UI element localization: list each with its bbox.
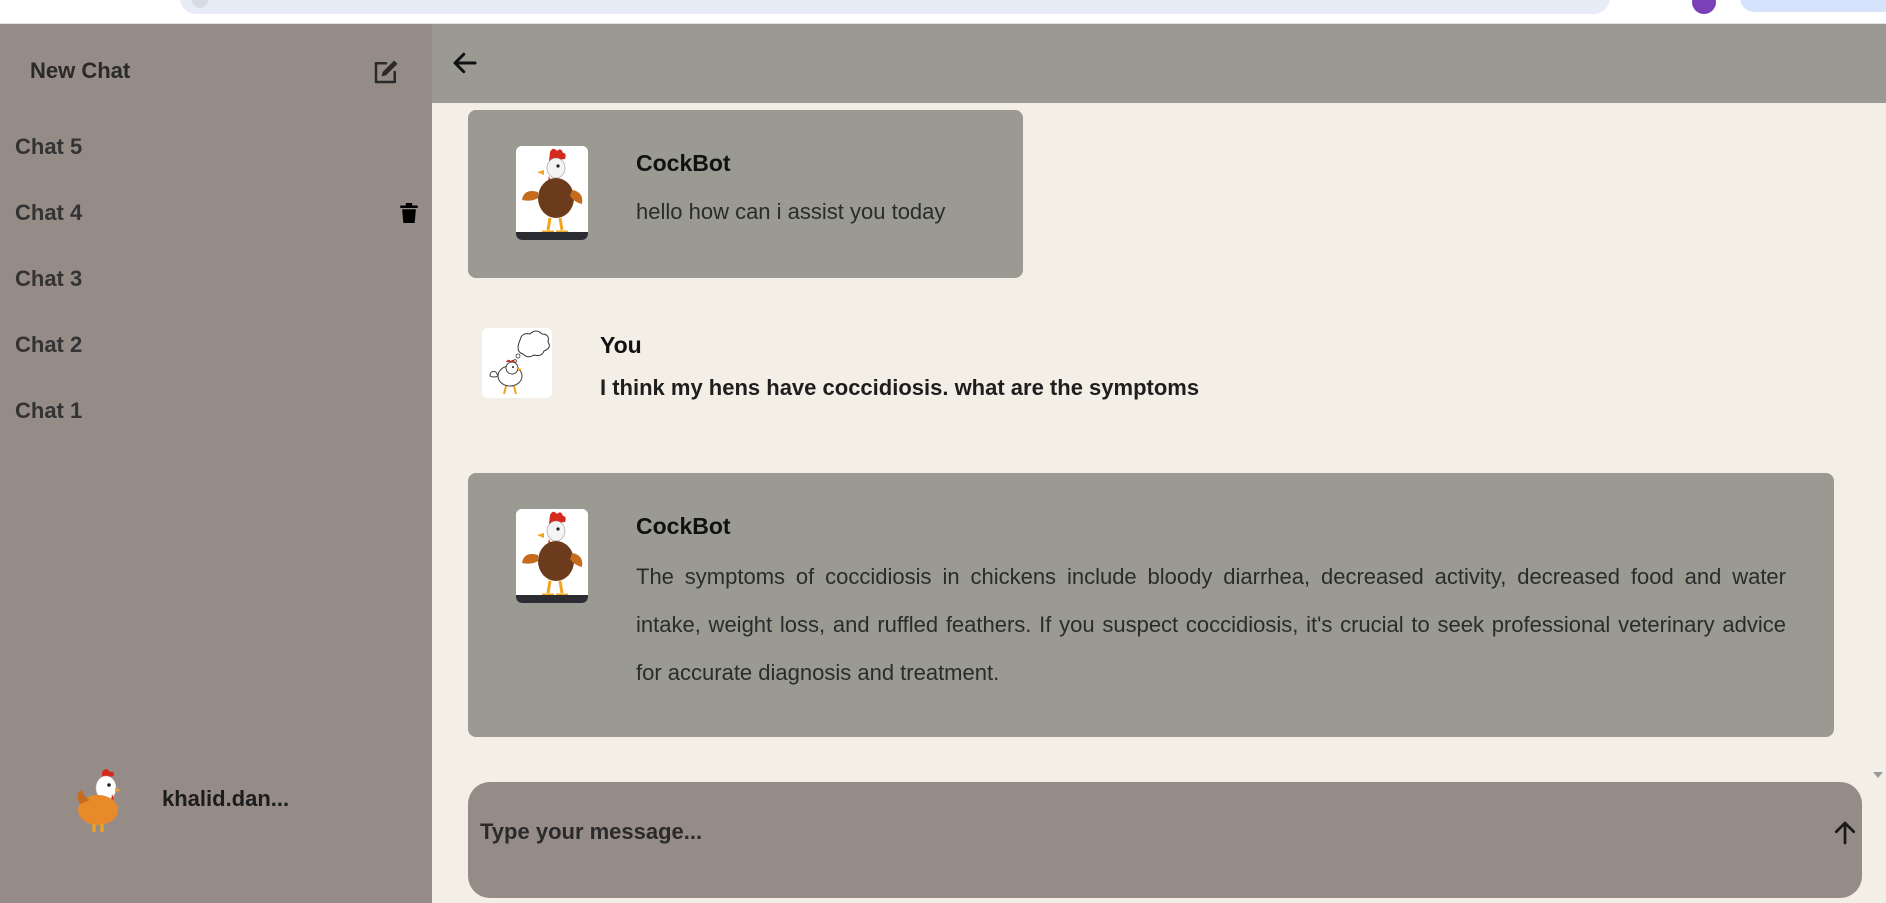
chat-list: Chat 5 Chat 4 Chat 3 Chat 2 Chat 1 bbox=[0, 114, 432, 444]
sidebar-item-chat-3[interactable]: Chat 3 bbox=[0, 246, 432, 312]
edit-icon bbox=[374, 60, 398, 84]
sidebar-item-chat-4[interactable]: Chat 4 bbox=[0, 180, 432, 246]
chat-item-label: Chat 4 bbox=[15, 200, 83, 225]
new-chat-button[interactable] bbox=[368, 54, 404, 90]
trash-icon[interactable] bbox=[400, 203, 418, 223]
message-text: I think my hens have coccidiosis. what a… bbox=[600, 375, 1200, 400]
bot-message: CockBot The symptoms of coccidiosis in c… bbox=[468, 473, 1834, 737]
thinking-chicken-icon bbox=[482, 328, 552, 398]
chat-item-label: Chat 1 bbox=[15, 398, 83, 423]
cockbot-avatar bbox=[516, 146, 588, 240]
arrow-left-icon[interactable] bbox=[450, 48, 480, 78]
message-sender: You bbox=[600, 332, 642, 358]
browser-toolbar-remnant bbox=[0, 0, 1886, 24]
bot-message: CockBot hello how can i assist you today bbox=[468, 110, 1023, 278]
chat-header bbox=[432, 24, 1886, 103]
rooster-icon bbox=[516, 146, 588, 240]
message-text: hello how can i assist you today bbox=[636, 199, 946, 224]
chat-item-label: Chat 5 bbox=[15, 134, 83, 159]
message-sender: CockBot bbox=[636, 150, 731, 176]
user-name: khalid.dan... bbox=[162, 786, 290, 811]
sidebar: New Chat Chat 5 Chat 4 Chat 3 Chat 2 Cha… bbox=[0, 24, 432, 903]
arrow-up-icon[interactable] bbox=[1830, 818, 1860, 848]
user-message-avatar bbox=[482, 328, 552, 398]
chat-item-label: Chat 2 bbox=[15, 332, 83, 357]
message-composer bbox=[468, 782, 1862, 898]
sidebar-item-chat-2[interactable]: Chat 2 bbox=[0, 312, 432, 378]
site-info-icon[interactable] bbox=[192, 0, 208, 8]
chat-main: CockBot hello how can i assist you today… bbox=[432, 24, 1886, 903]
user-profile[interactable]: khalid.dan... bbox=[72, 764, 289, 834]
browser-address-bar[interactable] bbox=[180, 0, 1610, 14]
browser-profile-icon[interactable] bbox=[1692, 0, 1716, 14]
new-chat-label[interactable]: New Chat bbox=[30, 58, 130, 84]
browser-action-pill[interactable] bbox=[1740, 0, 1886, 12]
cockbot-avatar bbox=[516, 509, 588, 603]
message-input[interactable] bbox=[480, 812, 1730, 852]
sidebar-item-chat-1[interactable]: Chat 1 bbox=[0, 378, 432, 444]
message-text: The symptoms of coccidiosis in chickens … bbox=[636, 564, 1786, 685]
chat-item-label: Chat 3 bbox=[15, 266, 83, 291]
scrollbar-down-arrow[interactable] bbox=[1873, 772, 1883, 778]
rooster-icon bbox=[516, 509, 588, 603]
user-avatar bbox=[77, 769, 121, 832]
user-message: You I think my hens have coccidiosis. wh… bbox=[468, 324, 1848, 434]
sidebar-item-chat-5[interactable]: Chat 5 bbox=[0, 114, 432, 180]
message-sender: CockBot bbox=[636, 513, 731, 539]
